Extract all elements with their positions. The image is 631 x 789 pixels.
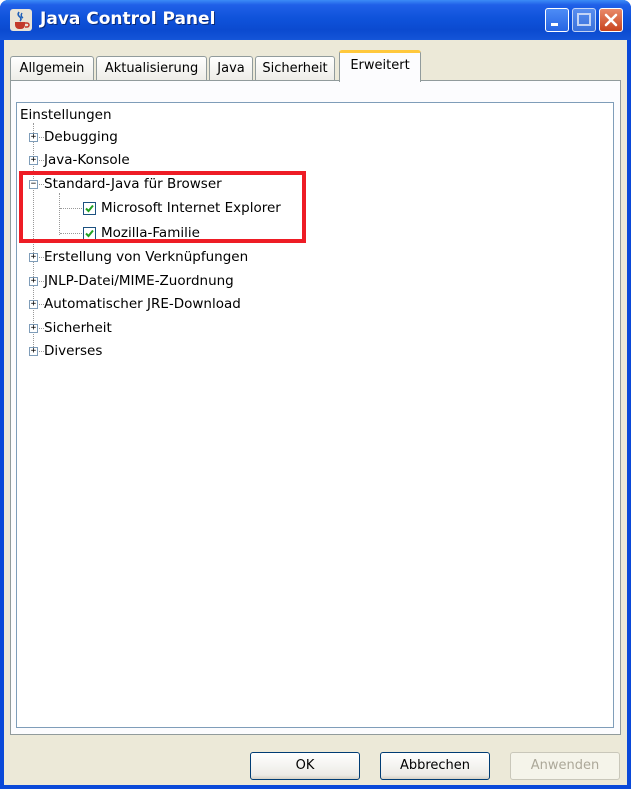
expand-icon[interactable]: + bbox=[29, 156, 38, 165]
expand-icon[interactable]: + bbox=[29, 253, 38, 262]
tab-sicherheit[interactable]: Sicherheit bbox=[255, 56, 335, 82]
maximize-button bbox=[572, 8, 596, 32]
java-cup-icon bbox=[10, 9, 32, 31]
expand-icon[interactable]: + bbox=[29, 347, 38, 356]
red-highlight-box bbox=[19, 171, 306, 243]
tree-item-sicherheit[interactable]: Sicherheit bbox=[44, 317, 112, 339]
apply-button: Anwenden bbox=[510, 752, 620, 780]
close-icon bbox=[604, 13, 618, 27]
tab-aktualisierung[interactable]: Aktualisierung bbox=[96, 56, 207, 82]
tree-item-diverses[interactable]: Diverses bbox=[44, 340, 102, 362]
expand-icon[interactable]: + bbox=[29, 133, 38, 142]
tree-item-java-konsole[interactable]: Java-Konsole bbox=[44, 149, 130, 171]
tree-item-verknuepfungen[interactable]: Erstellung von Verknüpfungen bbox=[44, 246, 248, 268]
tab-java[interactable]: Java bbox=[209, 56, 253, 82]
expand-icon[interactable]: + bbox=[29, 277, 38, 286]
cancel-button[interactable]: Abbrechen bbox=[380, 752, 490, 780]
expand-icon[interactable]: + bbox=[29, 324, 38, 333]
ok-button[interactable]: OK bbox=[250, 752, 360, 780]
maximize-icon bbox=[577, 13, 591, 26]
expand-icon[interactable]: + bbox=[29, 300, 38, 309]
tree-item-debugging[interactable]: Debugging bbox=[44, 126, 118, 148]
minimize-icon bbox=[551, 23, 558, 26]
tree-item-jre-download[interactable]: Automatischer JRE-Download bbox=[44, 293, 241, 315]
close-button[interactable] bbox=[599, 8, 623, 32]
minimize-button[interactable] bbox=[545, 8, 569, 32]
window-title: Java Control Panel bbox=[40, 9, 216, 29]
tree-item-jnlp[interactable]: JNLP-Datei/MIME-Zuordnung bbox=[44, 270, 234, 292]
title-bar[interactable]: Java Control Panel bbox=[0, 0, 631, 40]
tab-allgemein[interactable]: Allgemein bbox=[10, 56, 94, 82]
tab-erweitert[interactable]: Erweitert bbox=[339, 50, 421, 82]
